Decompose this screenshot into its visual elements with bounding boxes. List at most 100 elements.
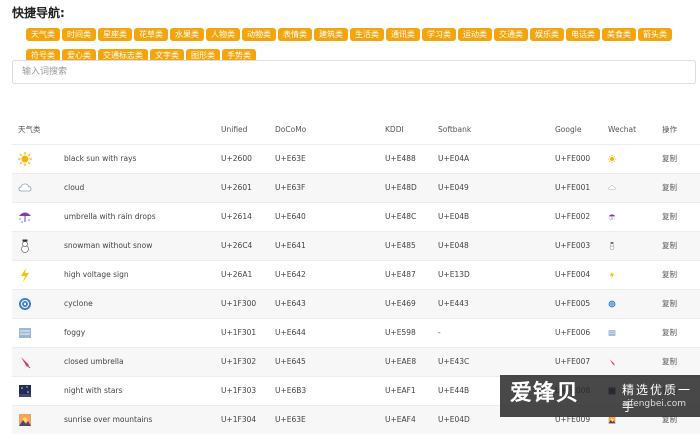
nav-tag[interactable]: 生活类	[350, 28, 384, 41]
nav-tag[interactable]: 天气类	[26, 28, 60, 41]
unified-code: U+1F303	[221, 386, 257, 395]
docomo-code: U+E644	[275, 328, 306, 337]
emoji-name: cloud	[64, 183, 85, 192]
nav-tag[interactable]: 运动类	[458, 28, 492, 41]
copy-button[interactable]: 复制	[662, 290, 677, 318]
foggy-icon	[18, 326, 32, 340]
softbank-code: U+E04D	[438, 415, 470, 424]
copy-button[interactable]: 复制	[662, 319, 677, 347]
nav-tag[interactable]: 星座类	[98, 28, 132, 41]
copy-button[interactable]: 复制	[662, 145, 677, 173]
table-row: foggy U+1F301 U+E644 U+E598 - U+FE006 复制	[12, 318, 700, 347]
unified-code: U+2614	[221, 212, 252, 221]
sun-icon	[18, 152, 32, 166]
kddi-code: U+E48C	[385, 212, 417, 221]
column-header: KDDI	[385, 125, 404, 134]
emoji-name: snowman without snow	[64, 241, 153, 250]
emoji-name: black sun with rays	[64, 154, 137, 163]
watermark-main: 爱锋贝	[510, 381, 580, 406]
nav-tag[interactable]: 时间类	[62, 28, 96, 41]
wechat-high-voltage-icon	[608, 271, 616, 279]
docomo-code: U+E63F	[275, 183, 306, 192]
wechat-foggy-icon	[608, 329, 616, 337]
sunrise-mountains-icon	[18, 413, 32, 427]
unified-code: U+26C4	[221, 241, 253, 250]
nav-tag[interactable]: 表情类	[278, 28, 312, 41]
wechat-sunrise-mountains-icon	[608, 416, 616, 424]
kddi-code: U+EAE8	[385, 357, 417, 366]
kddi-code: U+E48D	[385, 183, 417, 192]
nav-tag[interactable]: 交通类	[494, 28, 528, 41]
table-row: cloud U+2601 U+E63F U+E48D U+E049 U+FE001 复制	[12, 173, 700, 202]
emoji-name: sunrise over mountains	[64, 415, 153, 424]
wechat-cloud-icon	[608, 184, 616, 192]
kddi-code: U+E469	[385, 299, 416, 308]
nav-tag[interactable]: 动物类	[242, 28, 276, 41]
google-code: U+FE004	[555, 270, 591, 279]
nav-tag[interactable]: 美食类	[602, 28, 636, 41]
softbank-code: -	[438, 328, 441, 337]
nav-tag[interactable]: 学习类	[422, 28, 456, 41]
watermark-sub2: aifengbei.com	[622, 399, 686, 409]
kddi-code: U+E487	[385, 270, 416, 279]
table-row: snowman without snow U+26C4 U+E641 U+E485 U+…	[12, 231, 700, 260]
softbank-code: U+E04B	[438, 212, 470, 221]
kddi-code: U+E598	[385, 328, 416, 337]
docomo-code: U+E642	[275, 270, 306, 279]
nav-tag[interactable]: 人物类	[206, 28, 240, 41]
umbrella-rain-icon	[18, 210, 32, 224]
emoji-name: high voltage sign	[64, 270, 129, 279]
copy-button[interactable]: 复制	[662, 348, 677, 376]
night-stars-icon	[18, 384, 32, 398]
copy-button[interactable]: 复制	[662, 174, 677, 202]
nav-tag[interactable]: 花草类	[134, 28, 168, 41]
wechat-snowman-icon	[608, 242, 616, 250]
table-row: closed umbrella U+1F302 U+E645 U+EAE8 U+E43C…	[12, 347, 700, 376]
emoji-name: closed umbrella	[64, 357, 124, 366]
unified-code: U+1F302	[221, 357, 257, 366]
search-input[interactable]: 输入词搜索	[12, 60, 696, 84]
kddi-code: U+EAF4	[385, 415, 416, 424]
nav-tag[interactable]: 电话类	[566, 28, 600, 41]
unified-code: U+2600	[221, 154, 252, 163]
column-header: DoCoMo	[275, 125, 307, 134]
copy-button[interactable]: 复制	[662, 203, 677, 231]
nav-tag[interactable]: 箭头类	[638, 28, 672, 41]
emoji-name: umbrella with rain drops	[64, 212, 156, 221]
column-header: Unified	[221, 125, 248, 134]
closed-umbrella-icon	[18, 355, 32, 369]
table-row: high voltage sign U+26A1 U+E642 U+E487 U+E13…	[12, 260, 700, 289]
high-voltage-icon	[18, 268, 32, 282]
table-row: black sun with rays U+2600 U+E63E U+E488 U+E…	[12, 144, 700, 173]
nav-tag[interactable]: 水果类	[170, 28, 204, 41]
nav-tag[interactable]: 建筑类	[314, 28, 348, 41]
wechat-sun-icon	[608, 155, 616, 163]
softbank-code: U+E13D	[438, 270, 470, 279]
nav-title: 快捷导航:	[12, 6, 65, 20]
emoji-name: foggy	[64, 328, 86, 337]
google-code: U+FE003	[555, 241, 591, 250]
docomo-code: U+E641	[275, 241, 306, 250]
copy-button[interactable]: 复制	[662, 261, 677, 289]
nav-tag[interactable]: 通讯类	[386, 28, 420, 41]
copy-button[interactable]: 复制	[662, 232, 677, 260]
table-header: 天气类 Unified DoCoMo KDDI Softbank Google Wechat…	[12, 116, 700, 144]
docomo-code: U+E6B3	[275, 386, 307, 395]
softbank-code: U+E049	[438, 183, 469, 192]
wechat-cyclone-icon	[608, 300, 616, 308]
unified-code: U+1F304	[221, 415, 257, 424]
softbank-code: U+E44B	[438, 386, 470, 395]
docomo-code: U+E63E	[275, 415, 306, 424]
google-code: U+FE000	[555, 154, 591, 163]
unified-code: U+2601	[221, 183, 252, 192]
wechat-umbrella-rain-icon	[608, 213, 616, 221]
unified-code: U+1F301	[221, 328, 257, 337]
google-code: U+FE006	[555, 328, 591, 337]
nav-tag[interactable]: 娱乐类	[530, 28, 564, 41]
softbank-code: U+E048	[438, 241, 469, 250]
column-header: 天气类	[18, 125, 41, 134]
watermark: 爱锋贝 精选优质一手 aifengbei.com	[500, 375, 700, 417]
kddi-code: U+EAF1	[385, 386, 416, 395]
cloud-icon	[18, 181, 32, 195]
softbank-code: U+E04A	[438, 154, 470, 163]
